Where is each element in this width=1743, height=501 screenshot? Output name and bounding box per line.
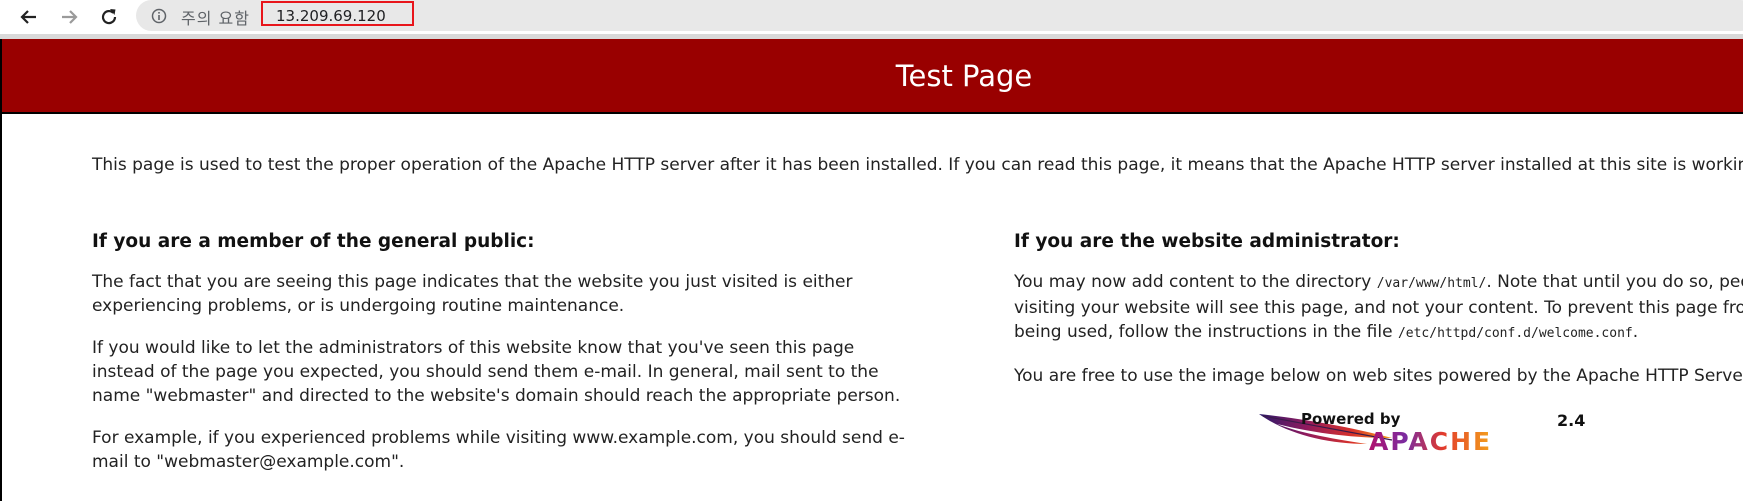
- arrow-right-icon: [62, 10, 78, 24]
- back-button[interactable]: [16, 4, 42, 30]
- version-text: 2.4: [1557, 411, 1585, 430]
- page-title: Test Page: [895, 59, 1033, 93]
- page-banner: Test Page: [2, 39, 1743, 114]
- security-warning-label[interactable]: 주의 요함: [181, 5, 250, 29]
- admin-p1-text-c: visiting your website will see this page…: [1014, 298, 1743, 318]
- apache-wordmark: APACHE: [1369, 427, 1492, 454]
- intro-text: This page is used to test the proper ope…: [92, 155, 1743, 175]
- public-paragraph-3: For example, if you experienced problems…: [92, 428, 905, 472]
- reload-icon: [101, 9, 117, 25]
- admin-p1-text-d: being used, follow the instructions in t…: [1014, 322, 1398, 342]
- directory-path: /var/www/html/: [1376, 276, 1487, 291]
- arrow-left-icon: [20, 10, 36, 24]
- info-icon[interactable]: [151, 8, 167, 24]
- admin-paragraph-1: You may now add content to the directory…: [1014, 270, 1743, 346]
- admin-p1-text-a: You may now add content to the directory: [1014, 272, 1377, 292]
- public-paragraph-2: If you would like to let the administrat…: [92, 338, 901, 406]
- public-section: If you are a member of the general publi…: [92, 230, 922, 492]
- admin-p1-text-e: .: [1632, 322, 1639, 342]
- admin-section: If you are the website administrator: Yo…: [1014, 230, 1743, 406]
- forward-button[interactable]: [56, 4, 82, 30]
- admin-p1-text-b: . Note that until you do so, peo: [1486, 272, 1743, 292]
- powered-by-text: Powered by: [1301, 410, 1401, 428]
- reload-button[interactable]: [96, 4, 122, 30]
- public-heading: If you are a member of the general publi…: [92, 231, 535, 252]
- admin-paragraph-2: You are free to use the image below on w…: [1014, 366, 1743, 386]
- config-file-path: /etc/httpd/conf.d/welcome.conf: [1397, 326, 1633, 341]
- admin-heading: If you are the website administrator:: [1014, 231, 1400, 252]
- apache-powered-by-logo: Powered by 2.4 APACHE: [1259, 410, 1585, 454]
- browser-toolbar: 주의 요함 13.209.69.120: [0, 0, 1743, 33]
- public-paragraph-1: The fact that you are seeing this page i…: [92, 272, 853, 316]
- url-highlight-box: [261, 1, 414, 26]
